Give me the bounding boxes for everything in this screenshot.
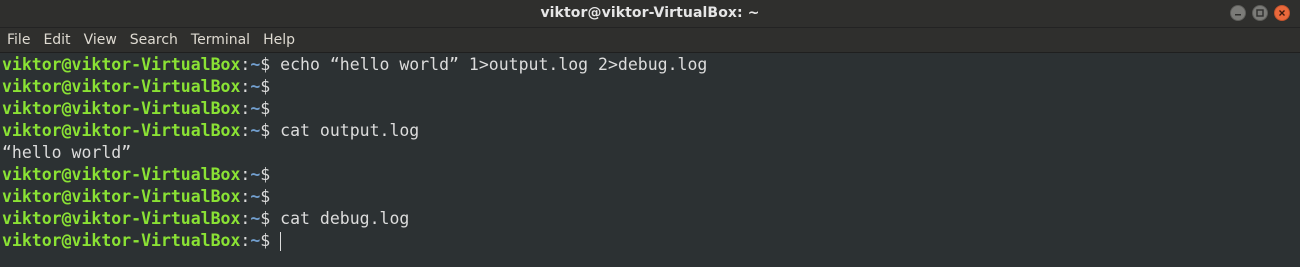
menu-bar: File Edit View Search Terminal Help [0, 28, 1300, 53]
prompt-path: ~ [250, 209, 261, 228]
prompt-separator: : [240, 77, 251, 96]
prompt-separator: : [240, 55, 251, 74]
menu-file[interactable]: File [7, 28, 30, 53]
close-icon [1279, 10, 1285, 16]
text-cursor [280, 231, 282, 251]
maximize-icon [1256, 9, 1264, 17]
prompt-line: viktor@viktor-VirtualBox: ~ $ [2, 230, 1300, 252]
command-text: cat debug.log [270, 209, 410, 228]
prompt-line: viktor@viktor-VirtualBox: ~ $ [2, 164, 1300, 186]
prompt-user-host: viktor@viktor-VirtualBox [2, 231, 241, 250]
prompt-symbol: $ [260, 231, 271, 250]
prompt-line: viktor@viktor-VirtualBox: ~ $ echo “hello … [2, 54, 1300, 76]
prompt-line: viktor@viktor-VirtualBox: ~ $ [2, 76, 1300, 98]
minimize-button[interactable] [1230, 5, 1246, 21]
output-text: “hello world” [2, 143, 132, 162]
prompt-user-host: viktor@viktor-VirtualBox [2, 209, 241, 228]
prompt-path: ~ [250, 187, 261, 206]
prompt-symbol: $ [260, 55, 271, 74]
command-text: cat output.log [270, 121, 420, 140]
prompt-separator: : [240, 99, 251, 118]
prompt-line: viktor@viktor-VirtualBox: ~ $ [2, 186, 1300, 208]
prompt-separator: : [240, 187, 251, 206]
prompt-path: ~ [250, 77, 261, 96]
prompt-line: viktor@viktor-VirtualBox: ~ $ [2, 98, 1300, 120]
prompt-symbol: $ [260, 209, 271, 228]
menu-help[interactable]: Help [263, 28, 295, 53]
prompt-user-host: viktor@viktor-VirtualBox [2, 99, 241, 118]
prompt-path: ~ [250, 121, 261, 140]
prompt-user-host: viktor@viktor-VirtualBox [2, 55, 241, 74]
prompt-symbol: $ [260, 187, 271, 206]
prompt-symbol: $ [260, 77, 271, 96]
prompt-separator: : [240, 165, 251, 184]
terminal-window: viktor@viktor-VirtualBox: ~ File Edit Vi… [0, 0, 1300, 267]
menu-view[interactable]: View [84, 28, 117, 53]
terminal-output-area[interactable]: viktor@viktor-VirtualBox: ~ $ echo “hello … [0, 53, 1300, 267]
menu-edit[interactable]: Edit [43, 28, 70, 53]
prompt-symbol: $ [260, 99, 271, 118]
maximize-button[interactable] [1252, 5, 1268, 21]
command-text: echo “hello world” 1>output.log 2>debug.… [270, 55, 708, 74]
prompt-user-host: viktor@viktor-VirtualBox [2, 121, 241, 140]
close-button[interactable] [1274, 5, 1290, 21]
prompt-separator: : [240, 121, 251, 140]
prompt-line: viktor@viktor-VirtualBox: ~ $ cat debug.lo… [2, 208, 1300, 230]
window-controls [1230, 5, 1290, 21]
menu-search[interactable]: Search [130, 28, 178, 53]
prompt-path: ~ [250, 99, 261, 118]
prompt-line: viktor@viktor-VirtualBox: ~ $ cat output.l… [2, 120, 1300, 142]
prompt-symbol: $ [260, 165, 271, 184]
output-line: “hello world” [2, 142, 1300, 164]
prompt-symbol: $ [260, 121, 271, 140]
prompt-user-host: viktor@viktor-VirtualBox [2, 165, 241, 184]
minimize-icon [1235, 14, 1241, 16]
menu-terminal[interactable]: Terminal [191, 28, 250, 53]
prompt-separator: : [240, 209, 251, 228]
prompt-user-host: viktor@viktor-VirtualBox [2, 187, 241, 206]
prompt-separator: : [240, 231, 251, 250]
prompt-user-host: viktor@viktor-VirtualBox [2, 77, 241, 96]
window-title: viktor@viktor-VirtualBox: ~ [540, 5, 760, 21]
prompt-path: ~ [250, 165, 261, 184]
prompt-path: ~ [250, 55, 261, 74]
title-bar[interactable]: viktor@viktor-VirtualBox: ~ [0, 0, 1300, 28]
prompt-path: ~ [250, 231, 261, 250]
